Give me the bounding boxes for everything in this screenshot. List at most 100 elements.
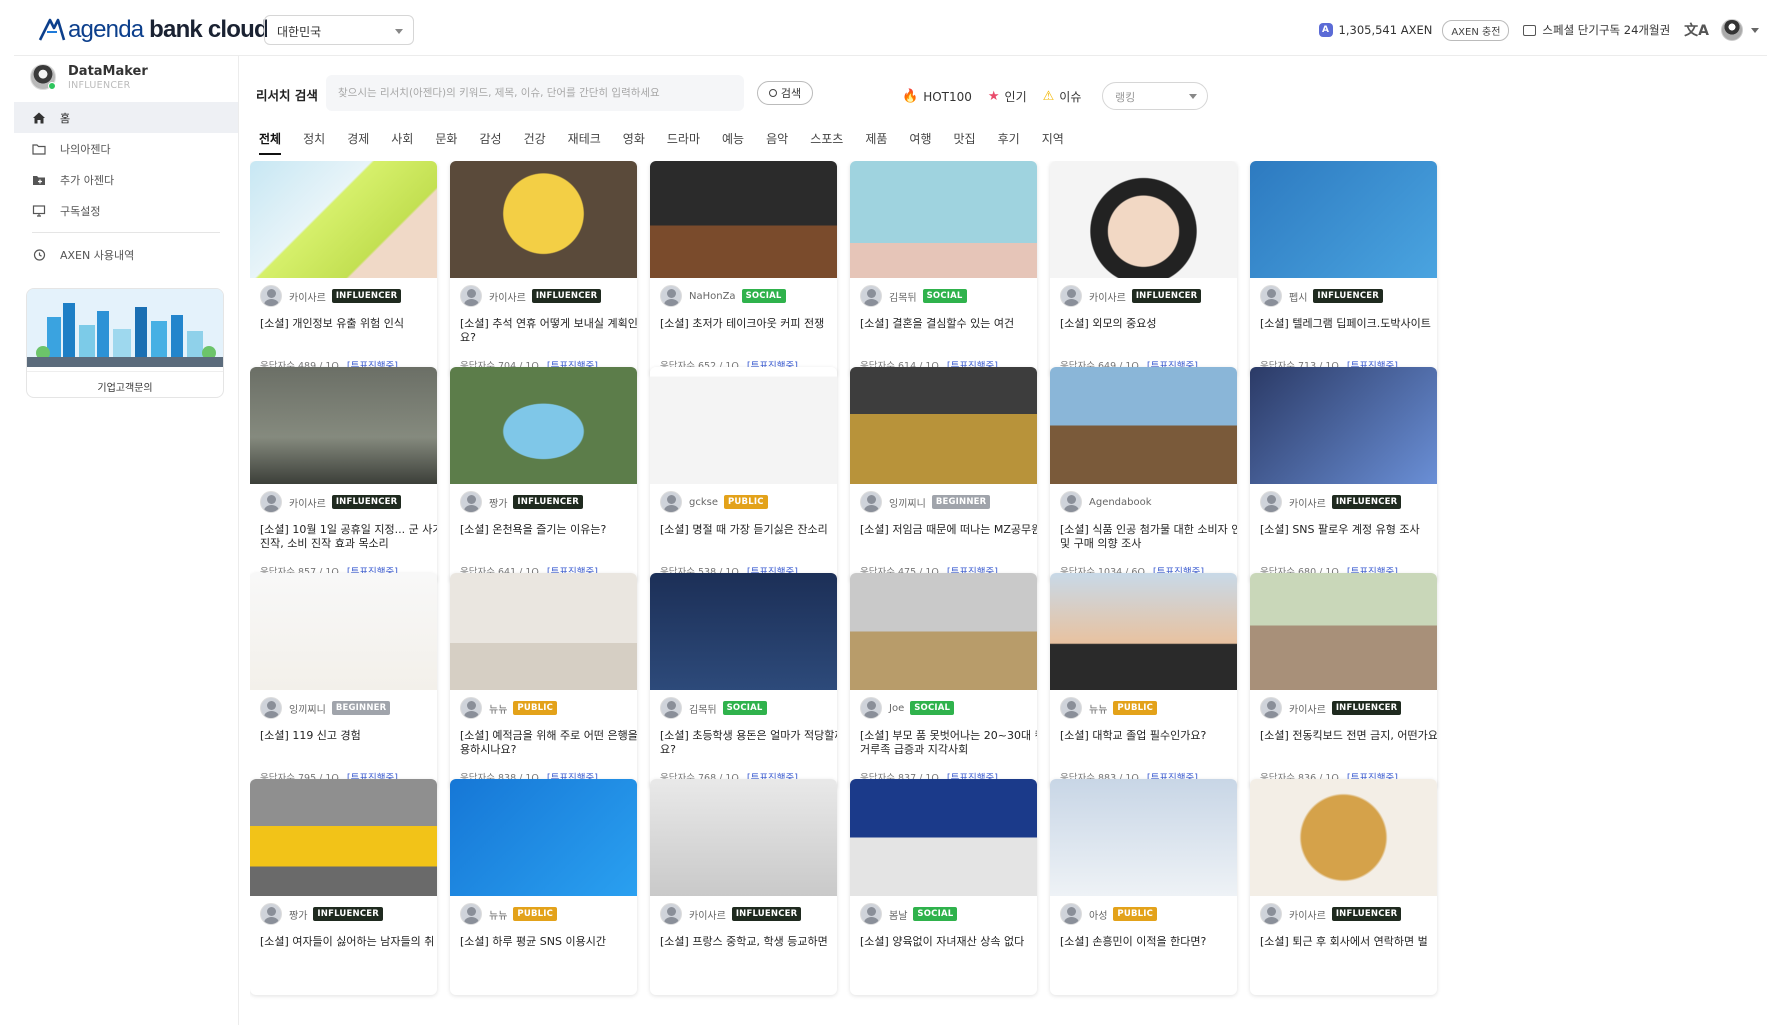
card-title[interactable]: [소셜] 부모 품 못벗어나는 20~30대 캥거루족 급증과 지각사회 bbox=[860, 729, 1037, 757]
search-input[interactable] bbox=[326, 75, 744, 111]
card-thumbnail[interactable] bbox=[650, 779, 837, 896]
rank-select[interactable]: 랭킹 bbox=[1102, 82, 1208, 110]
tab-category[interactable]: 음악 bbox=[766, 130, 788, 155]
tab-category[interactable]: 정치 bbox=[303, 130, 325, 155]
agenda-card[interactable]: 카이사르 INFLUENCER [소셜] 프랑스 중학교, 학생 등교하면 bbox=[650, 779, 837, 995]
sidebar-item-add-agenda[interactable]: 추가 아젠다 bbox=[14, 164, 238, 195]
agenda-card[interactable]: Joe SOCIAL [소셜] 부모 품 못벗어나는 20~30대 캥거루족 급증과… bbox=[850, 573, 1037, 789]
card-thumbnail[interactable] bbox=[650, 367, 837, 484]
tab-category[interactable]: 제품 bbox=[865, 130, 887, 155]
card-title[interactable]: [소셜] 결혼을 결심할수 있는 여건 bbox=[860, 317, 1037, 331]
agenda-card[interactable]: 카이사르INFLUENCER[소셜] 개인정보 유출 위험 인식응답자수 489… bbox=[250, 161, 437, 377]
card-thumbnail[interactable] bbox=[850, 161, 1037, 278]
card-thumbnail[interactable] bbox=[1050, 367, 1237, 484]
agenda-card[interactable]: Agendabook [소셜] 식품 인공 첨가물 대한 소비자 인식 및 구매 … bbox=[1050, 367, 1237, 583]
card-thumbnail[interactable] bbox=[1250, 367, 1437, 484]
card-title[interactable]: [소셜] 외모의 중요성 bbox=[1060, 317, 1237, 331]
tab-category[interactable]: 건강 bbox=[524, 130, 546, 155]
card-thumbnail[interactable] bbox=[450, 779, 637, 896]
agenda-card[interactable]: gcksePUBLIC[소셜] 명절 때 가장 듣기싫은 잔소리응답자수 538… bbox=[650, 367, 837, 583]
tab-category[interactable]: 사회 bbox=[391, 130, 413, 155]
tab-category[interactable]: 전체 bbox=[259, 130, 282, 155]
subscription-link[interactable]: 스페셜 단기구독 24개월권 bbox=[1542, 22, 1670, 38]
agenda-card[interactable]: NaHonZaSOCIAL[소셜] 초저가 테이크아웃 커피 전쟁응답자수 65… bbox=[650, 161, 837, 377]
card-title[interactable]: [소셜] 개인정보 유출 위험 인식 bbox=[260, 317, 437, 331]
card-thumbnail[interactable] bbox=[1050, 161, 1237, 278]
card-thumbnail[interactable] bbox=[1050, 573, 1237, 690]
card-title[interactable]: [소셜] 추석 연휴 어떻게 보내실 계획인가요? bbox=[460, 317, 637, 345]
search-button[interactable]: 검색 bbox=[757, 81, 813, 105]
agenda-card[interactable]: 뉴뉴PUBLIC[소셜] 대학교 졸업 필수인가요?응답자수 883 / 1Q[… bbox=[1050, 573, 1237, 789]
card-thumbnail[interactable] bbox=[450, 367, 637, 484]
card-thumbnail[interactable] bbox=[650, 573, 837, 690]
tab-category[interactable]: 여행 bbox=[909, 130, 931, 155]
card-title[interactable]: [소셜] 하루 평균 SNS 이용시간 bbox=[460, 935, 637, 949]
card-thumbnail[interactable] bbox=[850, 367, 1037, 484]
card-thumbnail[interactable] bbox=[1050, 779, 1237, 896]
card-thumbnail[interactable] bbox=[850, 779, 1037, 896]
card-title[interactable]: [소셜] 손흥민이 이적을 한다면? bbox=[1060, 935, 1237, 949]
card-title[interactable]: [소셜] SNS 팔로우 계정 유형 조사 bbox=[1260, 523, 1437, 537]
agenda-card[interactable]: 짱가 INFLUENCER [소셜] 여자들이 싫어하는 남자들의 취 bbox=[250, 779, 437, 995]
agenda-card[interactable]: 뉴뉴PUBLIC[소셜] 예적금을 위해 주로 어떤 은행을 이용하시나요?응답… bbox=[450, 573, 637, 789]
card-thumbnail[interactable] bbox=[250, 779, 437, 896]
agenda-card[interactable]: 봄날 SOCIAL [소셜] 양육없이 자녀재산 상속 없다 bbox=[850, 779, 1037, 995]
card-title[interactable]: [소셜] 여자들이 싫어하는 남자들의 취 bbox=[260, 935, 437, 949]
tab-category[interactable]: 스포츠 bbox=[810, 130, 843, 155]
tab-category[interactable]: 후기 bbox=[998, 130, 1020, 155]
agenda-card[interactable]: 짱가INFLUENCER[소셜] 온천욕을 즐기는 이유는?응답자수 641 /… bbox=[450, 367, 637, 583]
agenda-card[interactable]: 카이사르INFLUENCER[소셜] 전동킥보드 전면 금지, 어떤가요?응답자… bbox=[1250, 573, 1437, 789]
sidebar-item-axen-history[interactable]: AXEN 사용내역 bbox=[14, 239, 238, 270]
card-title[interactable]: [소셜] 프랑스 중학교, 학생 등교하면 bbox=[660, 935, 837, 949]
card-thumbnail[interactable] bbox=[850, 573, 1037, 690]
agenda-card[interactable]: 김목뒤SOCIAL[소셜] 결혼을 결심할수 있는 여건응답자수 614 / 1… bbox=[850, 161, 1037, 377]
card-title[interactable]: [소셜] 예적금을 위해 주로 어떤 은행을 이용하시나요? bbox=[460, 729, 637, 757]
agenda-card[interactable]: 잉끼찌니BEGINNER[소셜] 저임금 때문에 떠나는 MZ공무원응답자수 4… bbox=[850, 367, 1037, 583]
card-title[interactable]: [소셜] 대학교 졸업 필수인가요? bbox=[1060, 729, 1237, 743]
tab-category[interactable]: 감성 bbox=[479, 130, 501, 155]
card-thumbnail[interactable] bbox=[250, 573, 437, 690]
agenda-card[interactable]: 카이사르INFLUENCER[소셜] SNS 팔로우 계정 유형 조사응답자수 … bbox=[1250, 367, 1437, 583]
agenda-card[interactable]: 김목뒤SOCIAL[소셜] 초등학생 용돈은 얼마가 적당할까요?응답자수 76… bbox=[650, 573, 837, 789]
enterprise-banner[interactable]: 기업고객문의 bbox=[26, 288, 224, 398]
card-thumbnail[interactable] bbox=[1250, 161, 1437, 278]
agenda-card[interactable]: 카이사르INFLUENCER[소셜] 추석 연휴 어떻게 보내실 계획인가요?응… bbox=[450, 161, 637, 377]
user-menu-caret-icon[interactable] bbox=[1751, 27, 1759, 33]
country-select[interactable]: 대한민국 bbox=[264, 15, 414, 45]
agenda-card[interactable]: 잉끼찌니BEGINNER[소셜] 119 신고 경험응답자수 795 / 1Q[… bbox=[250, 573, 437, 789]
translate-icon[interactable]: 文A bbox=[1684, 20, 1709, 40]
card-thumbnail[interactable] bbox=[450, 161, 637, 278]
tab-category[interactable]: 드라마 bbox=[667, 130, 700, 155]
popular-link[interactable]: ★ 인기 bbox=[988, 88, 1027, 105]
card-title[interactable]: [소셜] 명절 때 가장 듣기싫은 잔소리 bbox=[660, 523, 837, 537]
profile[interactable]: DataMaker INFLUENCER bbox=[30, 64, 148, 91]
card-title[interactable]: [소셜] 양육없이 자녀재산 상속 없다 bbox=[860, 935, 1037, 949]
card-title[interactable]: [소셜] 초저가 테이크아웃 커피 전쟁 bbox=[660, 317, 837, 331]
card-title[interactable]: [소셜] 퇴근 후 회사에서 연락하면 벌 bbox=[1260, 935, 1437, 949]
tab-category[interactable]: 지역 bbox=[1042, 130, 1064, 155]
card-title[interactable]: [소셜] 전동킥보드 전면 금지, 어떤가요? bbox=[1260, 729, 1437, 743]
card-title[interactable]: [소셜] 텔레그램 딥페이크.도박사이트 bbox=[1260, 317, 1437, 331]
card-thumbnail[interactable] bbox=[250, 367, 437, 484]
tab-category[interactable]: 영화 bbox=[623, 130, 645, 155]
card-title[interactable]: [소셜] 식품 인공 첨가물 대한 소비자 인식 및 구매 의향 조사 bbox=[1060, 523, 1237, 551]
hot100-link[interactable]: 🔥 HOT100 bbox=[902, 89, 972, 104]
card-title[interactable]: [소셜] 저임금 때문에 떠나는 MZ공무원 bbox=[860, 523, 1037, 537]
agenda-card[interactable]: 카이사르 INFLUENCER [소셜] 10월 1일 공휴일 지정... 군 사기… bbox=[250, 367, 437, 583]
tab-category[interactable]: 맛집 bbox=[954, 130, 976, 155]
tab-category[interactable]: 경제 bbox=[347, 130, 369, 155]
agenda-card[interactable]: 카이사르 INFLUENCER [소셜] 퇴근 후 회사에서 연락하면 벌 bbox=[1250, 779, 1437, 995]
card-title[interactable]: [소셜] 온천욕을 즐기는 이유는? bbox=[460, 523, 637, 537]
card-thumbnail[interactable] bbox=[450, 573, 637, 690]
agenda-card[interactable]: 카이사르INFLUENCER[소셜] 외모의 중요성응답자수 649 / 1Q[… bbox=[1050, 161, 1237, 377]
user-avatar[interactable] bbox=[1721, 19, 1743, 41]
agenda-card[interactable]: 뉴뉴 PUBLIC [소셜] 하루 평균 SNS 이용시간 bbox=[450, 779, 637, 995]
agenda-card[interactable]: 펩시INFLUENCER[소셜] 텔레그램 딥페이크.도박사이트응답자수 713… bbox=[1250, 161, 1437, 377]
sidebar-item-subscription[interactable]: 구독설정 bbox=[14, 195, 238, 226]
card-thumbnail[interactable] bbox=[650, 161, 837, 278]
card-thumbnail[interactable] bbox=[1250, 573, 1437, 690]
tab-category[interactable]: 재테크 bbox=[568, 130, 601, 155]
tab-category[interactable]: 문화 bbox=[435, 130, 457, 155]
card-title[interactable]: [소셜] 10월 1일 공휴일 지정... 군 사기 진작, 소비 진작 효과 … bbox=[260, 523, 437, 551]
tab-category[interactable]: 예능 bbox=[722, 130, 744, 155]
